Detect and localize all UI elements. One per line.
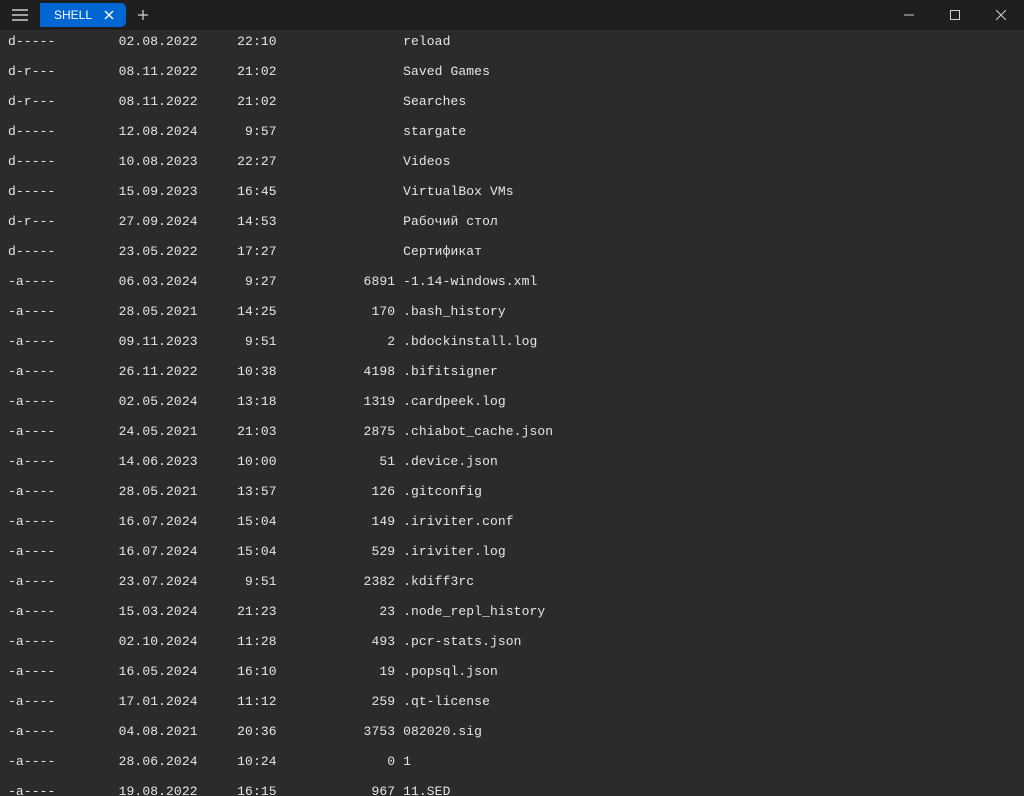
list-item: -a---- 16.07.2024 15:04 149 .iriviter.co… xyxy=(8,514,1016,529)
close-icon xyxy=(104,10,114,20)
list-item: -a---- 16.07.2024 15:04 529 .iriviter.lo… xyxy=(8,544,1016,559)
maximize-button[interactable] xyxy=(932,0,978,30)
list-item: -a---- 28.05.2021 13:57 126 .gitconfig xyxy=(8,484,1016,499)
plus-icon xyxy=(137,9,149,21)
terminal-output[interactable]: d----- 02.08.2022 22:10 reload d-r--- 08… xyxy=(0,30,1024,796)
list-item: d-r--- 08.11.2022 21:02 Searches xyxy=(8,94,1016,109)
minimize-button[interactable] xyxy=(886,0,932,30)
titlebar-drag-region[interactable] xyxy=(160,0,886,30)
list-item: -a---- 19.08.2022 16:15 967 11.SED xyxy=(8,784,1016,796)
tab-shell[interactable]: SHELL xyxy=(40,3,126,27)
list-item: d----- 23.05.2022 17:27 Сертификат xyxy=(8,244,1016,259)
close-icon xyxy=(996,10,1006,20)
list-item: -a---- 16.05.2024 16:10 19 .popsql.json xyxy=(8,664,1016,679)
hamburger-icon xyxy=(12,9,28,21)
list-item: -a---- 28.06.2024 10:24 0 1 xyxy=(8,754,1016,769)
list-item: -a---- 06.03.2024 9:27 6891 -1.14-window… xyxy=(8,274,1016,289)
list-item: -a---- 17.01.2024 11:12 259 .qt-license xyxy=(8,694,1016,709)
list-item: -a---- 26.11.2022 10:38 4198 .bifitsigne… xyxy=(8,364,1016,379)
list-item: -a---- 04.08.2021 20:36 3753 082020.sig xyxy=(8,724,1016,739)
list-item: d----- 15.09.2023 16:45 VirtualBox VMs xyxy=(8,184,1016,199)
list-item: d----- 10.08.2023 22:27 Videos xyxy=(8,154,1016,169)
list-item: -a---- 14.06.2023 10:00 51 .device.json xyxy=(8,454,1016,469)
list-item: -a---- 28.05.2021 14:25 170 .bash_histor… xyxy=(8,304,1016,319)
menu-button[interactable] xyxy=(0,0,40,30)
list-item: -a---- 02.10.2024 11:28 493 .pcr-stats.j… xyxy=(8,634,1016,649)
title-bar: SHELL xyxy=(0,0,1024,30)
list-item: -a---- 15.03.2024 21:23 23 .node_repl_hi… xyxy=(8,604,1016,619)
maximize-icon xyxy=(950,10,960,20)
new-tab-button[interactable] xyxy=(126,0,160,30)
window-controls xyxy=(886,0,1024,30)
close-window-button[interactable] xyxy=(978,0,1024,30)
list-item: -a---- 09.11.2023 9:51 2 .bdockinstall.l… xyxy=(8,334,1016,349)
close-tab-button[interactable] xyxy=(102,8,116,22)
list-item: -a---- 02.05.2024 13:18 1319 .cardpeek.l… xyxy=(8,394,1016,409)
minimize-icon xyxy=(904,10,914,20)
tab-label: SHELL xyxy=(54,8,92,22)
list-item: d----- 02.08.2022 22:10 reload xyxy=(8,34,1016,49)
list-item: d-r--- 27.09.2024 14:53 Рабочий стол xyxy=(8,214,1016,229)
list-item: d----- 12.08.2024 9:57 stargate xyxy=(8,124,1016,139)
list-item: -a---- 23.07.2024 9:51 2382 .kdiff3rc xyxy=(8,574,1016,589)
list-item: d-r--- 08.11.2022 21:02 Saved Games xyxy=(8,64,1016,79)
list-item: -a---- 24.05.2021 21:03 2875 .chiabot_ca… xyxy=(8,424,1016,439)
